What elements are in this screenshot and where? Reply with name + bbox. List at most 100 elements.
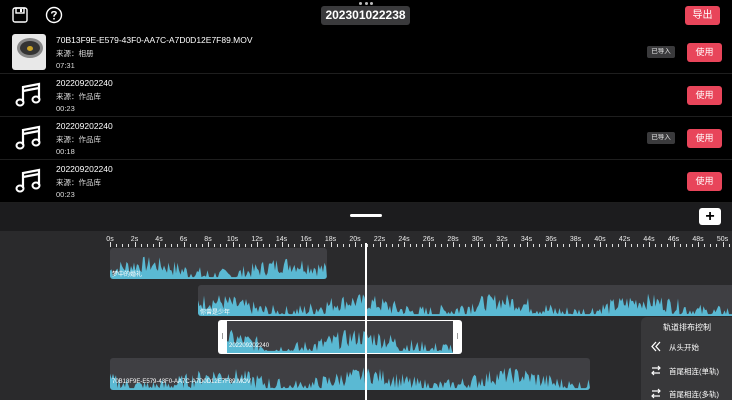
- music-note-icon: [12, 163, 46, 199]
- media-duration: 00:23: [56, 190, 75, 199]
- ruler-tick: [146, 244, 148, 247]
- ruler-tick: [624, 242, 626, 247]
- ruler-tick: [342, 244, 344, 247]
- ruler-tick: [612, 244, 614, 247]
- ruler-tick: [587, 244, 589, 247]
- imported-badge: 已导入: [647, 46, 675, 58]
- media-item[interactable]: 202209202240 来源：作品库 00:18 已导入 使用: [0, 117, 732, 160]
- track-layout-panel: 轨道排布控制 从头开始 首尾相连(单轨) 首尾相连(多轨): [641, 317, 732, 400]
- music-note-icon: [12, 120, 46, 156]
- ruler-tick: [128, 244, 130, 247]
- export-button[interactable]: 导出: [685, 6, 720, 25]
- imported-badge: 已导入: [647, 132, 675, 144]
- audio-clip[interactable]: 你曾是少年: [198, 285, 732, 316]
- ruler-tick: [183, 242, 185, 247]
- ruler-tick: [404, 242, 405, 247]
- ruler-tick: [538, 244, 540, 247]
- ruler-tick: [391, 244, 393, 247]
- option-label: 首尾相连(多轨): [669, 390, 719, 399]
- ruler-tick: [636, 244, 638, 247]
- ruler-tick: [299, 244, 301, 247]
- ruler-tick: [471, 244, 473, 247]
- ruler-tick: [698, 242, 699, 247]
- media-source: 来源：作品库: [56, 135, 101, 144]
- ruler-tick: [520, 244, 522, 247]
- ruler-tick: [257, 242, 258, 247]
- audio-clip[interactable]: 梦中的婚礼: [110, 248, 327, 279]
- media-list: 70B13F9E-E579-43F0-AA7C-A7D0D12E7F89.MOV…: [0, 31, 732, 203]
- ruler-tick: [532, 244, 534, 247]
- drag-handle[interactable]: [350, 214, 382, 217]
- media-item[interactable]: 202209202240 来源：作品库 00:23 使用: [0, 74, 732, 117]
- panel-resize-bar: +: [0, 203, 732, 231]
- ruler-tick: [606, 244, 608, 247]
- option-from-start[interactable]: 从头开始: [641, 337, 732, 357]
- use-button[interactable]: 使用: [687, 129, 722, 148]
- ruler-tick: [581, 244, 583, 247]
- ruler-tick: [110, 242, 111, 247]
- ruler-tick: [593, 244, 595, 247]
- ruler-tick: [397, 244, 399, 247]
- save-icon[interactable]: [11, 6, 29, 24]
- timeline[interactable]: 0s 2s 4s 6s 8s 10s 12s 14s 16s 18s 20s 22s 24s 26s 28s…: [0, 231, 732, 400]
- use-button[interactable]: 使用: [687, 43, 722, 62]
- ruler-tick: [661, 244, 663, 247]
- loop-multi-icon: [651, 388, 661, 399]
- ruler-tick: [122, 244, 124, 247]
- media-source: 来源：作品库: [56, 178, 101, 187]
- ruler-tick: [312, 244, 314, 247]
- ruler-tick: [330, 242, 332, 247]
- ruler-tick: [244, 244, 246, 247]
- clip-label: 梦中的婚礼: [112, 272, 143, 278]
- ruler-tick: [220, 244, 222, 247]
- ruler-tick: [275, 244, 277, 247]
- ruler-tick: [232, 242, 234, 247]
- ruler-tick: [440, 244, 442, 247]
- ruler-tick: [324, 244, 326, 247]
- ruler-tick: [348, 244, 350, 247]
- ruler-tick: [140, 244, 142, 247]
- use-button[interactable]: 使用: [687, 172, 722, 191]
- clip-label: 70B13F9E-E579-43F0-AA7C-A7D0D12E7F89.MOV: [112, 379, 251, 385]
- ruler-tick: [502, 242, 503, 247]
- ruler-tick: [551, 242, 552, 247]
- ruler-tick: [116, 244, 118, 247]
- option-label: 从头开始: [669, 343, 699, 352]
- ruler-tick: [428, 242, 430, 247]
- ruler-tick: [508, 244, 510, 247]
- ruler-tick: [563, 244, 565, 247]
- ruler-tick: [159, 242, 160, 247]
- project-title[interactable]: 202301022238: [321, 6, 410, 25]
- help-icon[interactable]: [45, 6, 63, 24]
- ruler-tick: [410, 244, 412, 247]
- ruler-tick: [691, 244, 693, 247]
- ruler-tick: [630, 244, 632, 247]
- option-end-to-end-multi[interactable]: 首尾相连(多轨): [641, 384, 732, 400]
- ruler-tick: [728, 244, 730, 247]
- top-bar: 202301022238 导出: [0, 0, 732, 31]
- audio-clip-selected[interactable]: 202209202240: [218, 320, 462, 354]
- ruler-tick: [575, 242, 577, 247]
- video-clip[interactable]: 70B13F9E-E579-43F0-AA7C-A7D0D12E7F89.MOV: [110, 358, 590, 390]
- trim-handle-left[interactable]: [222, 333, 223, 339]
- use-button[interactable]: 使用: [687, 86, 722, 105]
- ruler-tick: [318, 244, 320, 247]
- media-item[interactable]: 202209202240 来源：作品库 00:23 使用: [0, 160, 732, 203]
- ruler-tick: [600, 242, 601, 247]
- ruler-tick: [618, 244, 620, 247]
- playhead[interactable]: [365, 243, 367, 400]
- music-note-icon: [12, 77, 46, 113]
- add-track-button[interactable]: +: [699, 208, 721, 225]
- media-duration: 07:31: [56, 61, 75, 70]
- media-source: 来源：相册: [56, 49, 94, 58]
- option-end-to-end-single[interactable]: 首尾相连(单轨): [641, 361, 732, 381]
- ruler-tick: [250, 244, 252, 247]
- ruler-tick: [379, 242, 381, 247]
- media-name: 202209202240: [56, 121, 113, 131]
- loop-single-icon: [651, 365, 661, 376]
- chevrons-left-icon: [651, 341, 661, 352]
- ruler-tick: [514, 244, 516, 247]
- video-thumbnail: [12, 34, 46, 70]
- media-item[interactable]: 70B13F9E-E579-43F0-AA7C-A7D0D12E7F89.MOV…: [0, 31, 732, 74]
- trim-handle-right[interactable]: [457, 333, 458, 339]
